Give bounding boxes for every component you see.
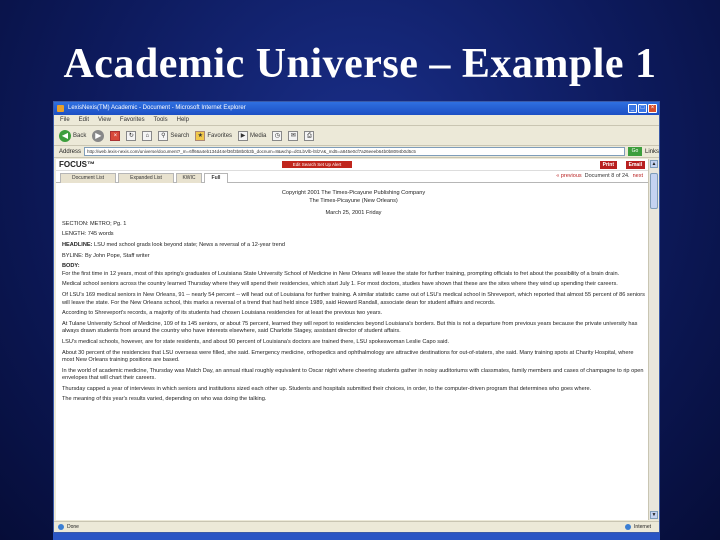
email-button[interactable]: Email [625, 161, 645, 169]
body-paragraph: About 30 percent of the residencies that… [62, 349, 634, 364]
headline-block: HEADLINE: LSU med school grads look beyo… [62, 242, 645, 250]
scrollbar-thumb[interactable] [650, 173, 658, 209]
previous-link[interactable]: « previous [556, 173, 581, 179]
window-titlebar[interactable]: LexisNexis(TM) Academic - Document - Mic… [54, 102, 659, 115]
favorites-label: Favorites [207, 132, 233, 139]
document-position: Document 8 of 24. [584, 173, 630, 179]
close-button[interactable]: × [648, 104, 657, 113]
slide-title: Academic Universe – Example 1 [63, 41, 657, 87]
menu-help[interactable]: Help [177, 115, 189, 125]
menu-favorites[interactable]: Favorites [120, 115, 145, 125]
refresh-icon[interactable]: ↻ [126, 130, 137, 141]
byline-line: BYLINE: By John Pope, Staff writer [62, 252, 150, 259]
menu-bar: File Edit View Favorites Tools Help [54, 115, 659, 126]
tab-document-list[interactable]: Document List [60, 173, 116, 183]
media-label: Media [250, 132, 267, 139]
status-bar: Done Internet [54, 521, 659, 532]
media-icon: ▶ [238, 130, 249, 141]
tab-full[interactable]: Full [204, 173, 228, 183]
edit-search-alert-button[interactable]: Edit Search Set Up Alert [282, 161, 352, 168]
home-icon[interactable]: ⌂ [142, 130, 153, 141]
length-line: LENGTH: 745 words [62, 231, 114, 238]
zone-text: Internet [634, 523, 651, 530]
taskbar [53, 533, 660, 540]
star-icon: ★ [195, 130, 206, 141]
body-paragraph: Of LSU's 169 medical seniors in New Orle… [62, 291, 645, 306]
toolbar: ◀ Back ▶ × ↻ ⌂ ⚲ Search ★ Favorites ▶ Me… [54, 126, 659, 146]
page-content: FOCUS™ Edit Search Set Up Alert Print Em… [56, 159, 649, 520]
body-paragraph: The meaning of this year's results varie… [62, 396, 267, 403]
body-paragraph: Thursday capped a year of interviews in … [62, 385, 592, 392]
print-icon[interactable]: ⎙ [304, 130, 315, 141]
search-button[interactable]: ⚲ Search [158, 130, 190, 141]
body-paragraph: LSU's medical schools, however, are for … [62, 338, 450, 345]
links-label[interactable]: Links [645, 149, 659, 155]
window-title: LexisNexis(TM) Academic - Document - Mic… [68, 105, 246, 111]
search-icon: ⚲ [158, 130, 169, 141]
vertical-scrollbar[interactable]: ▲ ▼ [648, 159, 658, 520]
body-paragraph: Medical school seniors across the countr… [62, 281, 618, 288]
menu-file[interactable]: File [60, 115, 70, 125]
minimize-button[interactable]: _ [628, 104, 637, 113]
date-line: March 25, 2001 Friday [325, 210, 382, 217]
address-label: Address [59, 148, 82, 155]
back-arrow-icon: ◀ [59, 129, 71, 142]
media-button[interactable]: ▶ Media [238, 130, 267, 141]
search-label: Search [170, 132, 190, 139]
scroll-down-icon[interactable]: ▼ [650, 511, 658, 519]
address-input[interactable]: http://web.lexis-nexis.com/universe/docu… [84, 147, 625, 156]
favorites-button[interactable]: ★ Favorites [195, 130, 233, 141]
address-bar: Address http://web.lexis-nexis.com/unive… [54, 146, 659, 158]
stop-icon[interactable]: × [110, 130, 121, 141]
mail-icon[interactable]: ✉ [288, 130, 299, 141]
print-button[interactable]: Print [599, 161, 617, 169]
section-line: SECTION: METRO; Pg. 1 [62, 220, 127, 227]
tab-expanded-list[interactable]: Expanded List [118, 173, 174, 183]
go-button[interactable]: Go [627, 147, 642, 156]
maximize-button[interactable]: □ [638, 104, 647, 113]
page-icon [58, 524, 64, 530]
body-paragraph: For the first time in 12 years, most of … [62, 270, 620, 277]
menu-edit[interactable]: Edit [79, 115, 89, 125]
ie-icon [57, 105, 64, 112]
body-paragraph: At Tulane University School of Medicine,… [62, 320, 638, 335]
internet-zone-icon [625, 524, 632, 530]
scroll-up-icon[interactable]: ▲ [650, 160, 658, 168]
headline-text: LSU med school grads look beyond state; … [94, 241, 285, 248]
next-link[interactable]: next [633, 173, 643, 179]
body-label: BODY: [62, 263, 80, 270]
focus-logo: FOCUS™ [59, 160, 95, 169]
copyright-line: Copyright 2001 The Times-Picayune Publis… [281, 190, 426, 196]
menu-tools[interactable]: Tools [154, 115, 168, 125]
lexis-header: FOCUS™ Edit Search Set Up Alert Print Em… [56, 159, 649, 171]
back-label: Back [73, 132, 87, 139]
history-icon[interactable]: ◷ [272, 130, 283, 141]
view-tabs: Document List Expanded List KWIC Full « … [56, 172, 649, 183]
forward-icon[interactable]: ▶ [92, 129, 105, 142]
browser-window: LexisNexis(TM) Academic - Document - Mic… [53, 101, 660, 533]
headline-label: HEADLINE: [62, 241, 93, 248]
status-text: Done [67, 523, 79, 530]
document-navigation: « previous Document 8 of 24. next [556, 173, 643, 179]
publisher-line: The Times-Picayune (New Orleans) [309, 197, 398, 204]
back-button[interactable]: ◀ Back [59, 129, 87, 142]
tab-kwic[interactable]: KWIC [176, 173, 202, 183]
body-paragraph: In the world of academic medicine, Thurs… [62, 367, 644, 382]
document-body: Copyright 2001 The Times-Picayune Publis… [56, 183, 649, 404]
body-paragraph: According to Shreveport's records, a maj… [62, 310, 383, 317]
menu-view[interactable]: View [98, 115, 111, 125]
